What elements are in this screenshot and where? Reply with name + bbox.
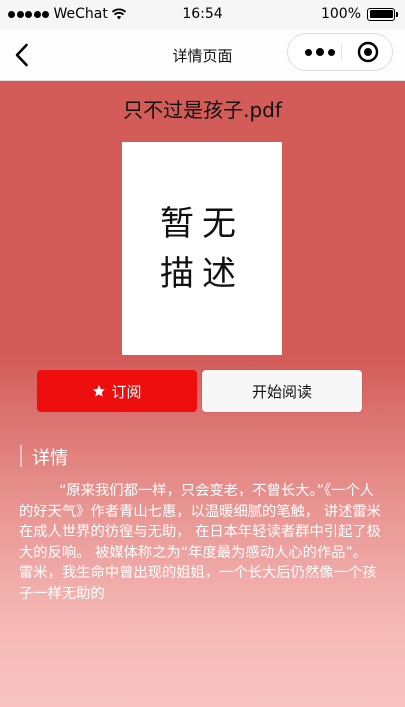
document-title: 只不过是孩子.pdf (123, 98, 282, 122)
subscribe-button[interactable]: 订阅 (37, 370, 197, 412)
details-heading: 详情 (32, 448, 68, 469)
start-reading-label: 开始阅读 (251, 382, 312, 401)
navigation-bar: 详情页面 (0, 30, 405, 81)
section-marker (20, 445, 22, 467)
more-options-icon[interactable] (302, 46, 338, 58)
detail-content: 只不过是孩子.pdf 暂无 描述 订阅 开始阅读 详情 “原来我们都一样，只会变… (0, 81, 405, 707)
mini-program-capsule (287, 33, 393, 71)
close-target-icon[interactable] (357, 41, 379, 63)
capsule-divider (341, 43, 342, 61)
cover-text-line-2: 描述 (160, 253, 244, 294)
cover-text-line-1: 暂无 (160, 203, 244, 244)
start-reading-button[interactable]: 开始阅读 (202, 370, 362, 412)
star-icon (93, 385, 106, 397)
battery-status: 100% (320, 6, 398, 22)
status-bar: WeChat 16:54 100% (0, 0, 405, 30)
description-text: “原来我们都一样，只会变老，不曾长大。”《一个人的好天气》作者青山七惠，以温暖细… (19, 483, 381, 602)
battery-percent: 100% (320, 6, 361, 22)
battery-icon (367, 7, 398, 21)
subscribe-label: 订阅 (111, 382, 142, 401)
document-cover: 暂无 描述 (122, 142, 282, 355)
